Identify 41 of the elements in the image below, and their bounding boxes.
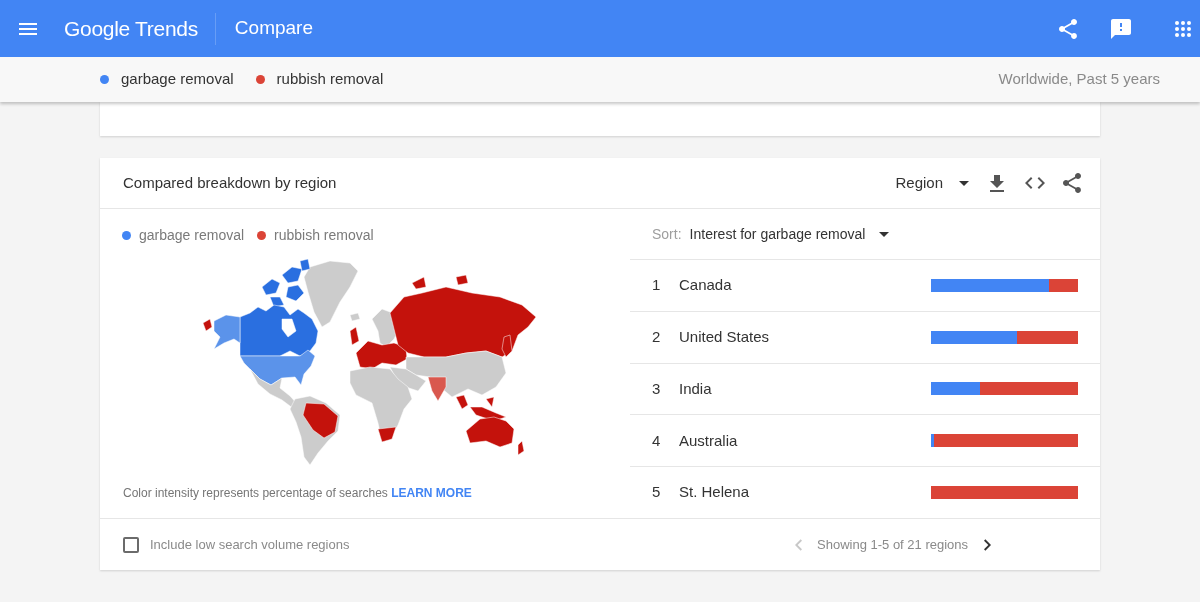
resolution-dropdown[interactable]: Region <box>895 171 969 195</box>
region-name[interactable]: United States <box>679 325 770 349</box>
app-logo[interactable]: Google Trends <box>64 12 198 45</box>
chevron-right-icon <box>984 538 992 551</box>
term-label[interactable]: rubbish removal <box>276 68 384 91</box>
share-icon <box>1059 18 1077 39</box>
download-icon <box>990 174 1004 192</box>
legend-label: garbage removal <box>139 225 245 245</box>
scope-label: Worldwide, Past 5 years <box>998 69 1160 90</box>
chevron-left-icon <box>795 538 802 551</box>
map-note: Color intensity represents percentage of searches LEARN MORE <box>123 484 472 502</box>
region-name[interactable]: Australia <box>679 429 738 453</box>
term-label[interactable]: garbage removal <box>121 68 234 91</box>
learn-more-link[interactable]: LEARN MORE <box>391 485 472 500</box>
code-icon <box>1025 177 1045 189</box>
rank-number: 4 <box>652 430 662 451</box>
download-button[interactable] <box>988 172 1006 194</box>
caret-icon <box>879 231 890 237</box>
sort-label: Sort: <box>652 224 682 244</box>
rank-number: 5 <box>652 482 662 503</box>
menu-icon <box>19 22 37 35</box>
share-icon <box>1063 173 1081 193</box>
embed-button[interactable] <box>1023 175 1047 191</box>
region-name[interactable]: India <box>679 377 712 401</box>
checkbox[interactable] <box>123 536 139 553</box>
page-title: Compare <box>234 16 313 41</box>
rank-number: 3 <box>652 378 662 399</box>
next-page-button[interactable] <box>982 536 994 553</box>
pagination-text: Showing 1-5 of 21 regions <box>817 535 969 554</box>
rank-number: 1 <box>652 275 662 296</box>
sort-dropdown[interactable]: Interest for garbage removal <box>689 223 890 245</box>
apps-icon <box>1175 20 1191 37</box>
caret-icon <box>959 180 969 186</box>
legend-label: rubbish removal <box>274 225 374 245</box>
rank-number: 2 <box>652 326 662 347</box>
feedback-icon <box>1111 18 1131 39</box>
checkbox-label: Include low search volume regions <box>150 535 350 554</box>
region-name[interactable]: Canada <box>679 274 732 297</box>
share-button[interactable] <box>1061 171 1083 195</box>
card-title: Compared breakdown by region <box>123 172 337 193</box>
region-name[interactable]: St. Helena <box>679 481 750 504</box>
